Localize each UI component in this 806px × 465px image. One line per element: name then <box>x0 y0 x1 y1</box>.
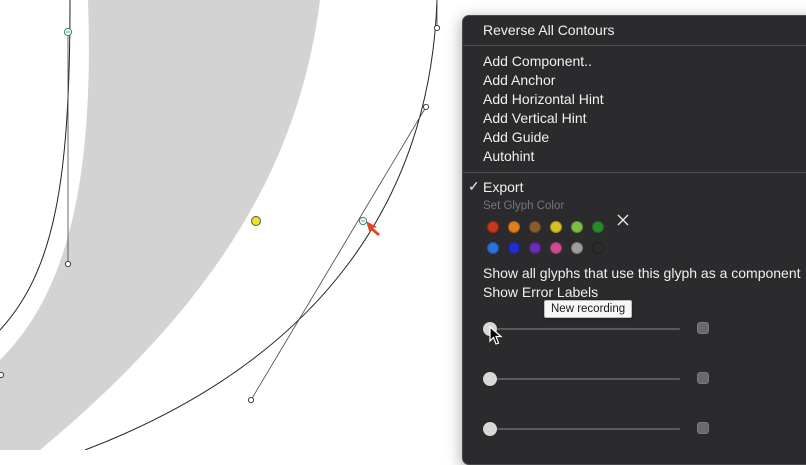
glyph-shape <box>0 0 320 450</box>
slider-track[interactable] <box>490 428 680 430</box>
glyph-color-swatch[interactable] <box>592 221 604 233</box>
slider-checkbox[interactable] <box>697 422 709 434</box>
tooltip: New recording <box>544 300 633 318</box>
glyph-color-swatch[interactable] <box>508 221 520 233</box>
off-curve-point[interactable] <box>247 396 255 404</box>
menu-item-show-component-users[interactable]: Show all glyphs that use this glyph as a… <box>483 264 801 282</box>
off-curve-point[interactable] <box>0 371 5 379</box>
menu-item-add-horizontal-hint[interactable]: Add Horizontal Hint <box>483 90 604 108</box>
slider-knob[interactable] <box>483 422 497 436</box>
off-curve-point[interactable] <box>422 103 430 111</box>
slider-checkbox[interactable] <box>697 372 709 384</box>
menu-separator <box>463 172 806 173</box>
context-menu: Reverse All Contours Add Component.. Add… <box>462 15 806 465</box>
glyph-color-swatch[interactable] <box>529 221 541 233</box>
set-glyph-color-label: Set Glyph Color <box>483 200 565 212</box>
glyph-color-swatch[interactable] <box>487 242 499 254</box>
menu-item-autohint[interactable]: Autohint <box>483 147 534 165</box>
glyph-color-swatch[interactable] <box>487 221 499 233</box>
glyph-color-swatch[interactable] <box>508 242 520 254</box>
glyph-color-swatch[interactable] <box>550 221 562 233</box>
off-curve-point[interactable] <box>64 260 72 268</box>
glyph-color-swatch[interactable] <box>571 242 583 254</box>
menu-item-add-guide[interactable]: Add Guide <box>483 128 549 146</box>
glyph-color-swatch[interactable] <box>592 242 604 254</box>
slider-knob[interactable] <box>483 372 497 386</box>
menu-item-add-vertical-hint[interactable]: Add Vertical Hint <box>483 109 587 127</box>
slider-track[interactable] <box>490 378 680 380</box>
menu-item-add-anchor[interactable]: Add Anchor <box>483 71 555 89</box>
menu-item-reverse-contours[interactable]: Reverse All Contours <box>483 21 615 39</box>
menu-item-add-component[interactable]: Add Component.. <box>483 52 592 70</box>
glyph-color-swatch[interactable] <box>550 242 562 254</box>
node-direction-arrow-icon <box>366 221 380 236</box>
checkmark-icon: ✓ <box>468 178 480 194</box>
close-icon[interactable] <box>616 213 630 227</box>
menu-item-export[interactable]: Export <box>483 178 523 196</box>
menu-item-show-error-labels[interactable]: Show Error Labels <box>483 283 598 301</box>
glyph-color-swatch[interactable] <box>571 221 583 233</box>
slider-checkbox[interactable] <box>697 322 709 334</box>
glyph-color-swatch[interactable] <box>529 242 541 254</box>
slider-track[interactable] <box>490 328 680 330</box>
selected-node[interactable] <box>251 216 261 226</box>
mouse-pointer-icon <box>489 326 503 345</box>
off-curve-point[interactable] <box>433 24 441 32</box>
menu-separator <box>463 45 806 46</box>
